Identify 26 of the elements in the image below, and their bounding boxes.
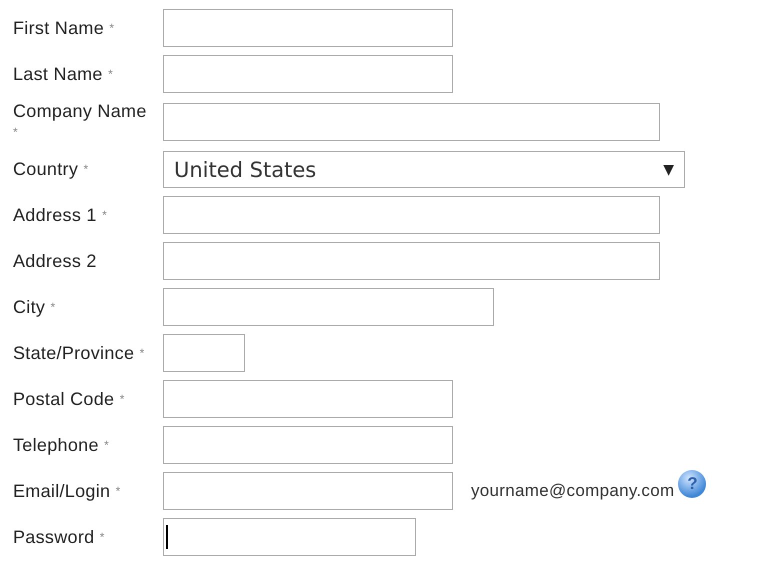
- field-label: Password *: [13, 526, 106, 548]
- input-field[interactable]: [163, 472, 453, 510]
- field-label: Last Name *: [13, 64, 114, 84]
- input-field[interactable]: [163, 196, 660, 234]
- country-dropdown[interactable]: United States ▼: [163, 151, 685, 188]
- input-field[interactable]: [163, 242, 660, 280]
- input-field[interactable]: [163, 334, 245, 372]
- field-label: Company Name *: [13, 101, 148, 141]
- input-field[interactable]: [163, 426, 453, 464]
- field-label: First Name *: [13, 18, 116, 38]
- input-field[interactable]: [163, 55, 453, 93]
- field-label: Postal Code *: [13, 388, 126, 410]
- input-field[interactable]: [163, 9, 453, 47]
- field-label: State/Province *: [13, 342, 146, 364]
- input-field[interactable]: [163, 288, 494, 326]
- field-label: Country *: [13, 159, 90, 180]
- field-label: Email/Login *: [13, 480, 122, 502]
- field-label: Telephone *: [13, 434, 110, 456]
- input-field[interactable]: [163, 380, 453, 418]
- field-label: Address 1 *: [13, 204, 108, 226]
- input-field[interactable]: [163, 103, 660, 141]
- field-label: Address 2: [13, 250, 98, 272]
- password-field[interactable]: [163, 518, 416, 556]
- hint-text: yourname@company.com: [471, 481, 674, 501]
- help-icon[interactable]: ?: [678, 470, 706, 498]
- field-label: City *: [13, 296, 56, 318]
